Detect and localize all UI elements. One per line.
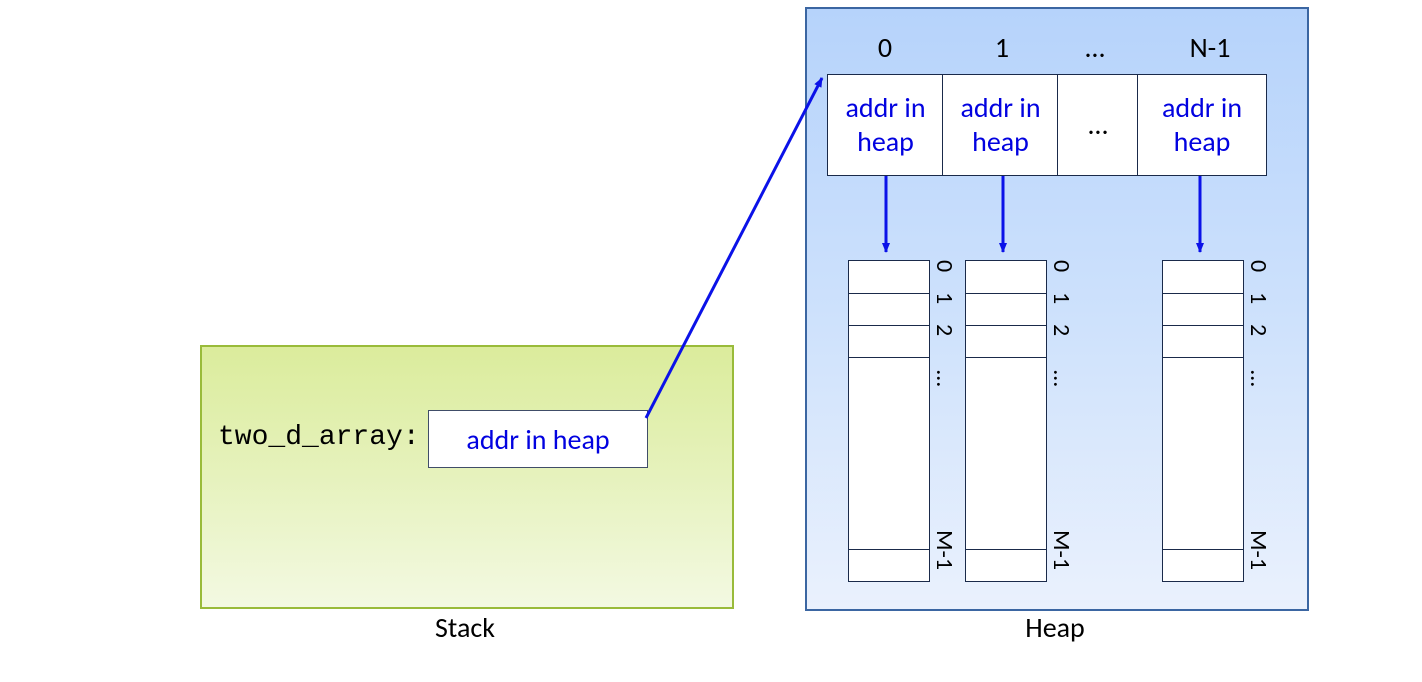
inner-array-col-n-1 (1162, 260, 1244, 582)
inner-array-col-0 (848, 260, 930, 582)
cell-text: addr in heap (960, 91, 1040, 158)
coln-idx-m-1: M-1 (1249, 530, 1273, 570)
col1-idx-m-1: M-1 (1052, 530, 1076, 570)
coln-idx-ellipsis: … (1249, 370, 1273, 387)
stack-label: Stack (200, 610, 730, 645)
col0-idx-2: 2 (935, 324, 959, 336)
stack-region (200, 345, 734, 609)
top-index-0: 0 (830, 30, 940, 65)
cell-text: addr in heap (1162, 91, 1242, 158)
row-pointer-cell-1: addr in heap (942, 74, 1059, 176)
col1-idx-0: 0 (1052, 260, 1076, 272)
top-index-1: 1 (947, 30, 1057, 65)
col0-idx-ellipsis: … (935, 370, 959, 387)
row-pointer-cell-n-1: addr in heap (1137, 74, 1267, 176)
col1-idx-ellipsis: … (1052, 370, 1076, 387)
row-pointer-cell-0: addr in heap (827, 74, 944, 176)
coln-idx-0: 0 (1249, 260, 1273, 272)
stack-pointer-box: addr in heap (428, 410, 648, 468)
diagram-stage: Stack two_d_array: addr in heap Heap 0 1… (0, 0, 1422, 682)
variable-name: two_d_array: (218, 422, 420, 453)
cell-text: addr in heap (845, 91, 925, 158)
col1-idx-2: 2 (1052, 324, 1076, 336)
coln-idx-1: 1 (1249, 292, 1273, 304)
inner-array-col-1 (965, 260, 1047, 582)
coln-idx-2: 2 (1249, 324, 1273, 336)
col0-idx-m-1: M-1 (935, 530, 959, 570)
cell-text: … (1088, 108, 1107, 142)
col0-idx-0: 0 (935, 260, 959, 272)
col0-idx-1: 1 (935, 292, 959, 304)
top-index-ellipsis: … (1060, 30, 1130, 65)
col1-idx-1: 1 (1052, 292, 1076, 304)
heap-label: Heap (805, 610, 1305, 645)
row-pointer-cell-ellipsis: … (1057, 74, 1139, 176)
top-index-n-1: N-1 (1155, 30, 1265, 65)
